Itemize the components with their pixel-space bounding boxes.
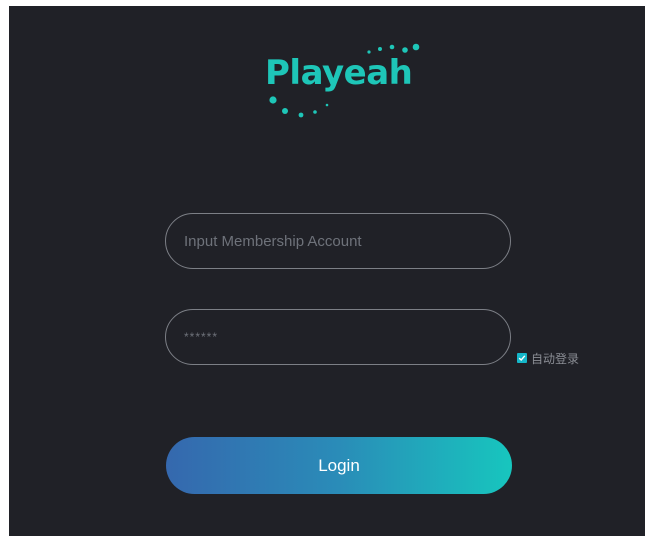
password-input[interactable] <box>184 310 494 364</box>
password-field[interactable] <box>165 309 511 365</box>
login-window: Playeah 自动登录 Login <box>9 6 645 536</box>
account-input[interactable] <box>184 214 494 268</box>
account-field[interactable] <box>165 213 511 269</box>
brand-logo: Playeah <box>257 42 427 132</box>
auto-login-label: 自动登录 <box>531 351 580 366</box>
login-button[interactable]: Login <box>166 437 512 494</box>
logo-text: Playeah <box>265 53 413 93</box>
checkmark-icon <box>518 355 526 362</box>
auto-login-checkbox[interactable] <box>517 353 527 363</box>
auto-login-option[interactable]: 自动登录 <box>517 350 579 366</box>
